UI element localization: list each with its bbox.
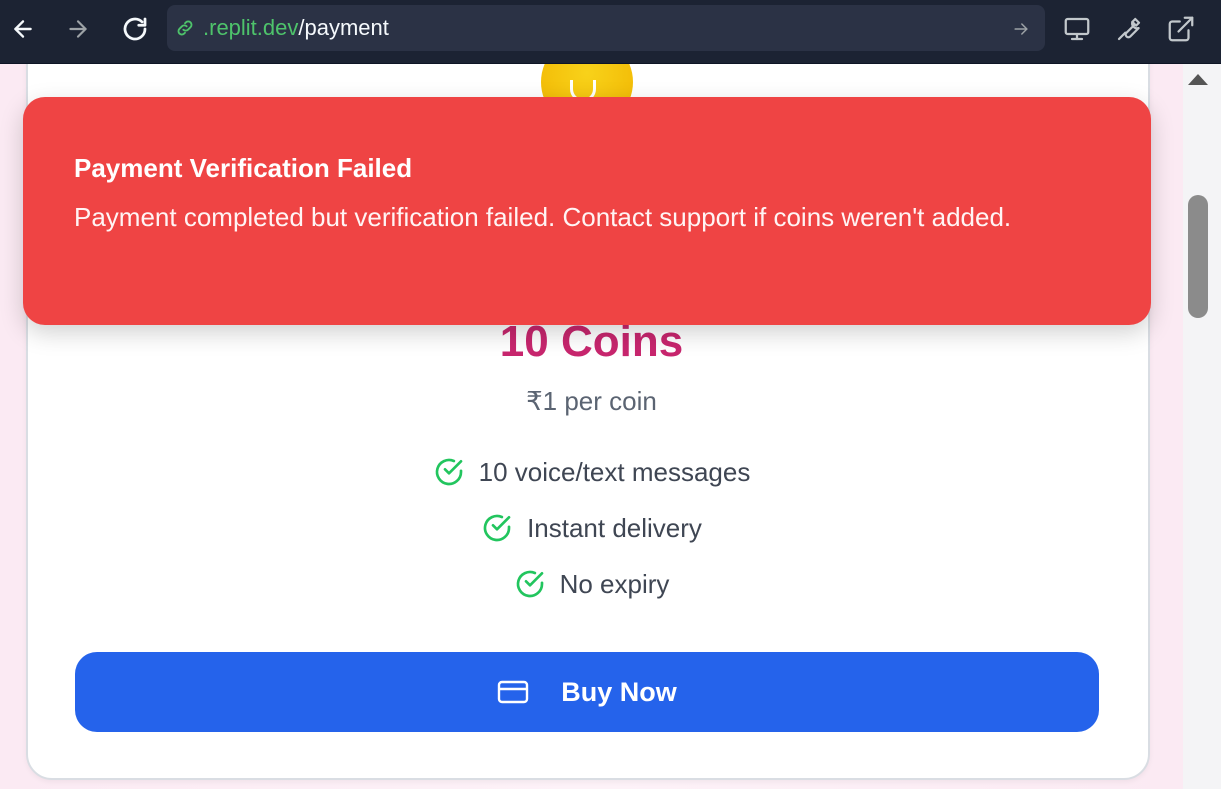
reload-button[interactable] bbox=[118, 12, 152, 46]
scroll-thumb[interactable] bbox=[1188, 195, 1208, 318]
back-button[interactable] bbox=[6, 12, 40, 46]
check-circle-icon bbox=[516, 570, 543, 598]
check-circle-icon bbox=[483, 514, 511, 542]
toast-message: Payment completed but verification faile… bbox=[74, 202, 1012, 232]
scroll-up-arrow-icon[interactable] bbox=[1188, 74, 1208, 85]
reload-icon bbox=[123, 17, 147, 41]
check-circle-icon bbox=[435, 458, 462, 486]
price-per-coin: ₹1 per coin bbox=[526, 386, 657, 416]
link-icon bbox=[177, 20, 193, 36]
feature-label: Instant delivery bbox=[527, 513, 702, 543]
feature-item: 10 voice/text messages bbox=[0, 456, 1183, 488]
url-domain: .replit.dev bbox=[203, 15, 299, 40]
feature-item: Instant delivery bbox=[0, 512, 1183, 544]
url-path: /payment bbox=[298, 15, 389, 40]
error-toast[interactable]: Payment Verification Failed Payment comp… bbox=[23, 97, 1151, 325]
back-icon bbox=[14, 20, 32, 38]
go-icon[interactable] bbox=[1011, 19, 1031, 39]
url-text: .replit.dev/payment bbox=[203, 17, 389, 39]
open-new-tab-button[interactable] bbox=[1164, 12, 1198, 46]
buy-now-button[interactable]: Buy Now bbox=[75, 652, 1099, 732]
devices-button[interactable] bbox=[1060, 12, 1094, 46]
wrench-icon bbox=[1117, 17, 1141, 41]
external-link-icon bbox=[1168, 16, 1194, 42]
vertical-scrollbar[interactable] bbox=[1183, 64, 1221, 789]
feature-item: No expiry bbox=[0, 568, 1183, 600]
address-bar[interactable]: .replit.dev/payment bbox=[167, 5, 1045, 51]
devtools-button[interactable] bbox=[1112, 12, 1146, 46]
forward-button[interactable] bbox=[61, 12, 95, 46]
forward-icon bbox=[69, 20, 87, 38]
devices-icon bbox=[1064, 17, 1090, 41]
feature-label: 10 voice/text messages bbox=[478, 457, 751, 487]
toast-title: Payment Verification Failed bbox=[74, 153, 413, 183]
feature-label: No expiry bbox=[559, 569, 670, 599]
credit-card-icon bbox=[498, 680, 529, 704]
buy-now-label: Buy Now bbox=[561, 676, 677, 707]
browser-toolbar: .replit.dev/payment bbox=[0, 0, 1221, 64]
package-title: 10 Coins bbox=[499, 317, 684, 366]
